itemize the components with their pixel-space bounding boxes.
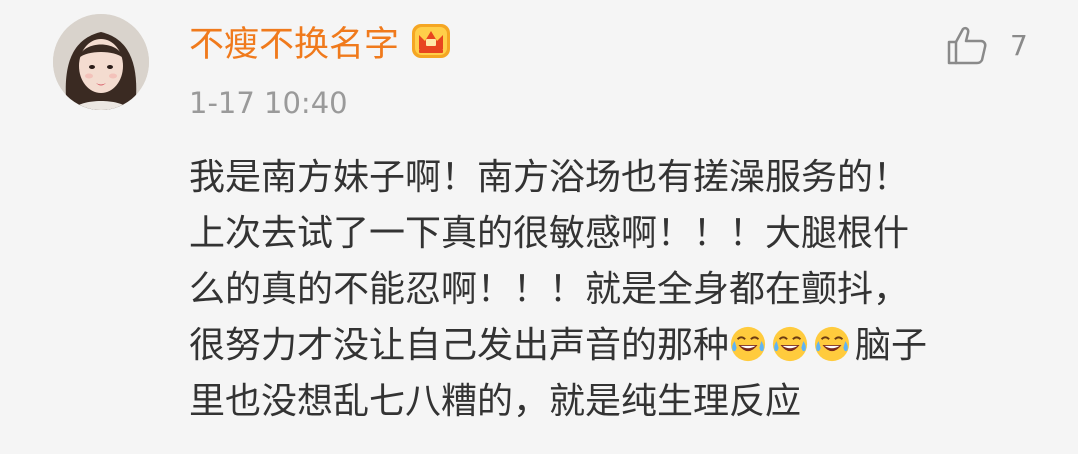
username-row: 不瘦不换名字 (189, 16, 453, 66)
comment-timestamp: 1-17 10:40 (189, 86, 348, 120)
comment-line: 么的真的不能忍啊！！！就是全身都在颤抖， (189, 269, 910, 310)
comment-line: 上次去试了一下真的很敏感啊！！！大腿根什 (189, 213, 910, 254)
like-count: 7 (1010, 28, 1028, 62)
avatar-photo (53, 14, 149, 110)
comment-line: 里也没想乱七八糟的，就是纯生理反应 (189, 381, 802, 422)
thumbs-up-icon[interactable] (946, 24, 988, 66)
crown-badge-icon[interactable] (409, 19, 453, 63)
username[interactable]: 不瘦不换名字 (189, 16, 399, 67)
comment-line-with-emoji: 很努力才没让自己发出声音的那种 脑子 (189, 318, 1039, 374)
laugh-cry-emoji (730, 326, 766, 362)
comment-body: 我是南方妹子啊！南方浴场也有搓澡服务的！ 上次去试了一下真的很敏感啊！！！大腿根… (189, 150, 1039, 430)
comment-line-text: 很努力才没让自己发出声音的那种 (189, 325, 730, 366)
like-button[interactable]: 7 (946, 22, 1028, 68)
laugh-cry-emoji (814, 326, 850, 362)
avatar[interactable] (53, 14, 149, 110)
laugh-cry-emoji (772, 326, 808, 362)
comment-line: 我是南方妹子啊！南方浴场也有搓澡服务的！ (189, 157, 910, 198)
comment-line-tail: 脑子 (855, 325, 928, 366)
